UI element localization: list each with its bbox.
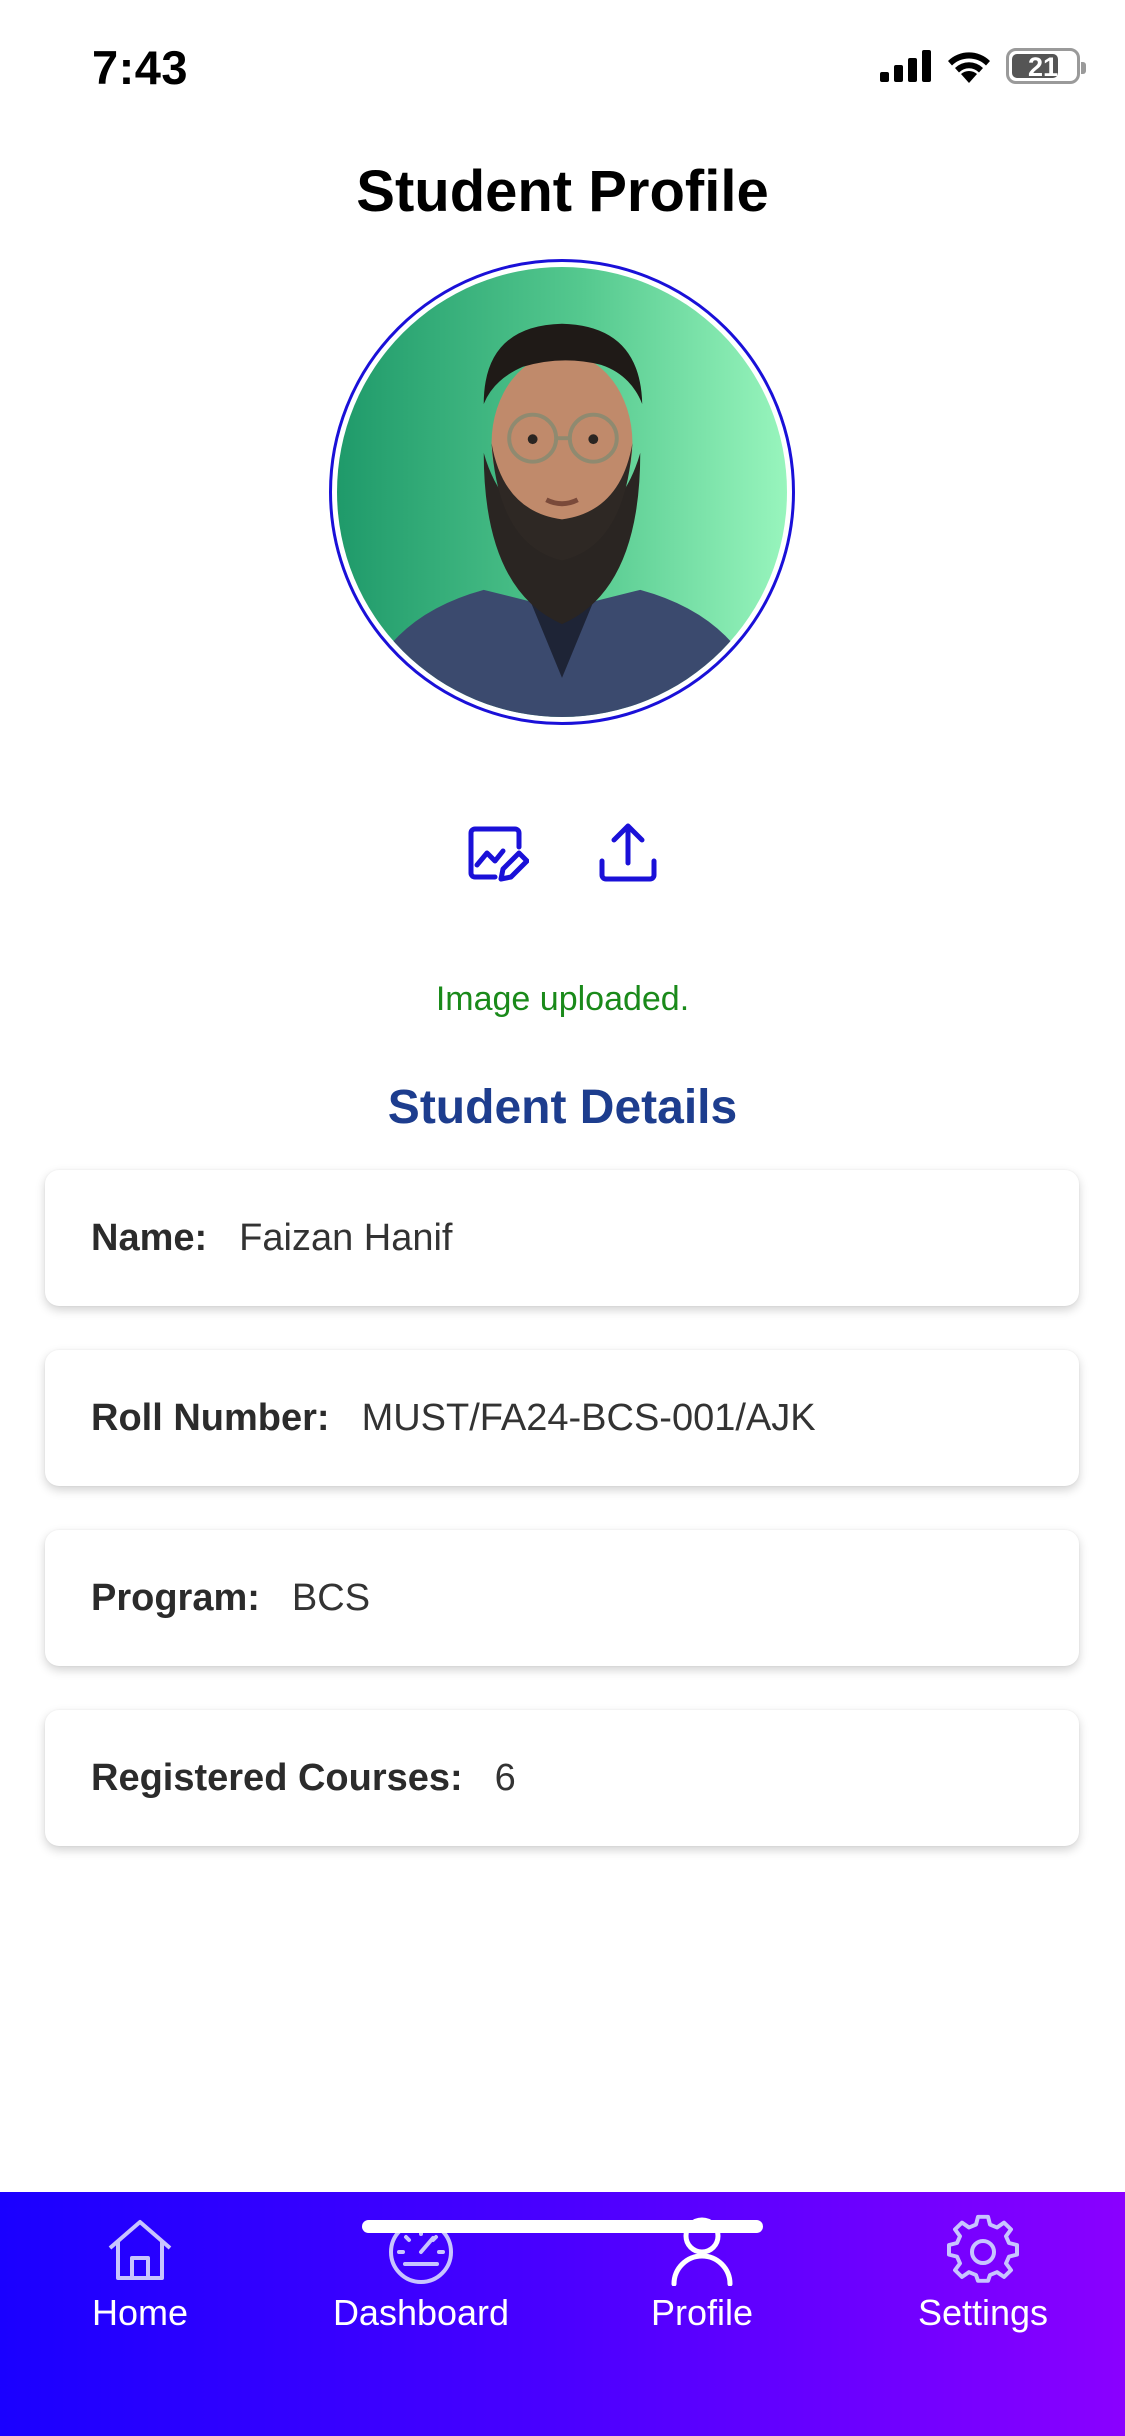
profile-photo	[337, 267, 787, 717]
page-title: Student Profile	[356, 159, 769, 224]
detail-value: BCS	[291, 1576, 371, 1619]
upload-icon	[599, 823, 657, 882]
tab-label: Home	[91, 2292, 189, 2333]
status-bar: 7:43 21	[0, 0, 1125, 140]
home-icon	[108, 2220, 172, 2280]
battery-icon: 21	[1006, 48, 1086, 84]
detail-card-roll-number: Roll Number: MUST/FA24-BCS-001/AJK	[45, 1350, 1079, 1486]
detail-label: Roll Number:	[91, 1396, 330, 1439]
detail-value: Faizan Hanif	[239, 1216, 453, 1259]
section-title: Student Details	[387, 1081, 738, 1134]
status-icons: 21	[880, 48, 1086, 84]
detail-label: Registered Courses:	[91, 1756, 463, 1799]
edit-image-button[interactable]	[462, 818, 532, 888]
detail-card-name: Name: Faizan Hanif	[45, 1170, 1079, 1306]
profile-avatar[interactable]	[329, 259, 795, 725]
gear-icon	[947, 2214, 1019, 2283]
tab-label: Settings	[917, 2292, 1049, 2333]
detail-card-program: Program: BCS	[45, 1530, 1079, 1666]
image-edit-icon	[468, 826, 529, 882]
detail-label: Program:	[91, 1576, 260, 1619]
tab-label: Dashboard	[332, 2292, 510, 2333]
detail-card-registered-courses: Registered Courses: 6	[45, 1710, 1079, 1846]
tab-home[interactable]: Home	[20, 2214, 260, 2334]
detail-value: 6	[494, 1756, 516, 1799]
upload-status-message: Image uploaded.	[435, 980, 690, 1018]
status-time: 7:43	[92, 41, 189, 94]
detail-value: MUST/FA24-BCS-001/AJK	[361, 1396, 816, 1439]
home-indicator[interactable]	[362, 2220, 763, 2233]
cellular-signal-icon	[880, 50, 931, 82]
tab-settings[interactable]: Settings	[863, 2214, 1103, 2334]
detail-label: Name:	[91, 1216, 208, 1259]
wifi-icon	[948, 52, 990, 83]
tab-label: Profile	[650, 2292, 754, 2333]
battery-level: 21	[1027, 52, 1059, 82]
upload-image-button[interactable]	[593, 818, 663, 888]
